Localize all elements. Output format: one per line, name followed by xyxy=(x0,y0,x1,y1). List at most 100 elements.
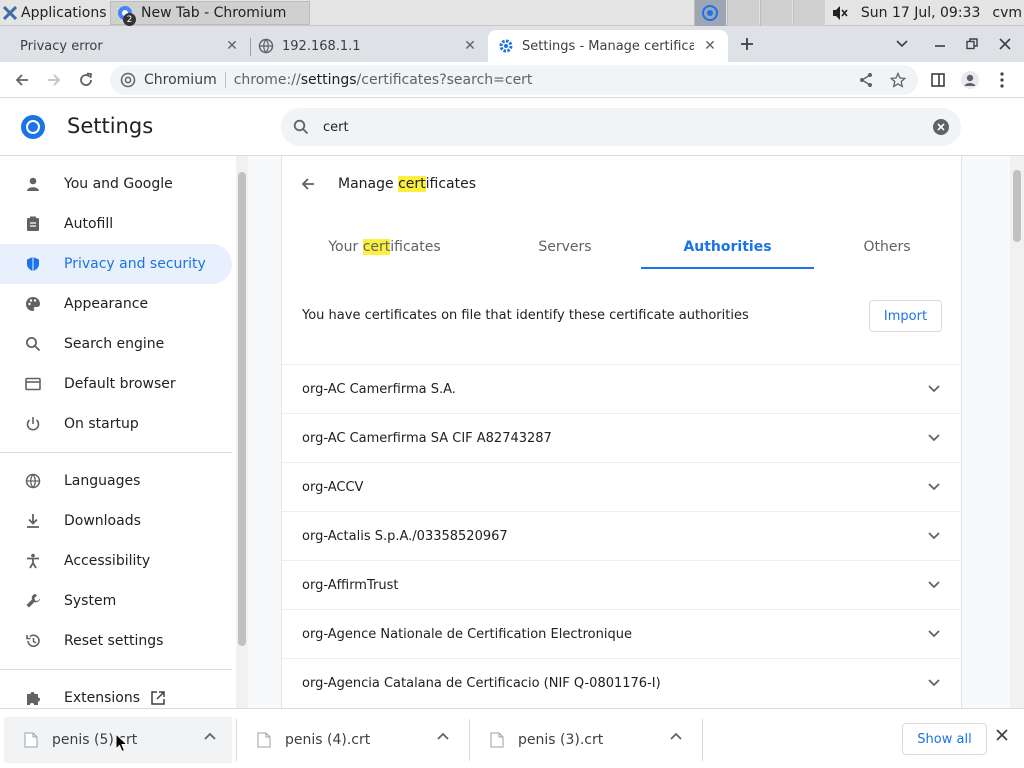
close-icon[interactable]: ✕ xyxy=(702,38,718,54)
forward-button[interactable] xyxy=(40,66,68,94)
minimize-button[interactable] xyxy=(928,32,952,56)
main-scrollbar[interactable] xyxy=(1010,156,1024,708)
reload-button[interactable] xyxy=(72,66,100,94)
share-icon[interactable] xyxy=(858,72,874,88)
download-shelf: penis (5).crt penis (4).crt penis (3).cr… xyxy=(0,708,1024,768)
sidebar-item-languages[interactable]: Languages xyxy=(0,461,232,501)
chevron-down-icon[interactable] xyxy=(928,581,940,589)
sidebar-item-you-and-google[interactable]: You and Google xyxy=(0,164,232,204)
new-tab-button[interactable] xyxy=(735,32,759,56)
certificate-row[interactable]: org-Agencia Catalana de Certificacio (NI… xyxy=(282,658,961,707)
chevron-down-icon[interactable] xyxy=(928,434,940,442)
close-icon[interactable]: ✕ xyxy=(224,38,240,54)
certificate-row[interactable]: org-Actalis S.p.A./03358520967 xyxy=(282,511,961,560)
show-all-button[interactable]: Show all xyxy=(902,723,987,755)
tab-your-certificates[interactable]: Your certificates xyxy=(312,239,457,269)
side-panel-button[interactable] xyxy=(924,66,952,94)
bookmark-star-icon[interactable] xyxy=(890,72,906,88)
tab-settings[interactable]: Settings - Manage certificates ✕ xyxy=(488,30,728,62)
certificate-name: org-AC Camerfirma SA CIF A82743287 xyxy=(302,430,552,446)
sidebar-item-search-engine[interactable]: Search engine xyxy=(0,324,232,364)
certificate-row[interactable]: org-Agence Nationale de Certification El… xyxy=(282,609,961,658)
back-arrow-icon[interactable] xyxy=(300,176,316,192)
workspace-2[interactable] xyxy=(727,0,759,26)
search-icon xyxy=(24,335,42,353)
wrench-icon xyxy=(24,592,42,610)
download-icon xyxy=(24,512,42,530)
scrollbar-thumb[interactable] xyxy=(1013,170,1021,242)
download-item[interactable]: penis (4).crt xyxy=(237,717,465,763)
sidebar-item-on-startup[interactable]: On startup xyxy=(0,404,232,444)
workspace-1[interactable] xyxy=(694,0,726,26)
tab-privacy-error[interactable]: Privacy error ✕ xyxy=(0,30,250,62)
sidebar-item-reset-settings[interactable]: Reset settings xyxy=(0,621,232,661)
close-icon[interactable] xyxy=(996,729,1008,741)
user-name[interactable]: cvm xyxy=(992,5,1022,21)
scrollbar-thumb[interactable] xyxy=(238,172,246,646)
chromium-icon xyxy=(120,72,136,88)
sidebar-item-label: On startup xyxy=(64,416,139,432)
certificate-row[interactable]: org-AC Camerfirma S.A. xyxy=(282,364,961,413)
arrow-right-icon xyxy=(48,74,61,86)
tab-title: Settings - Manage certificates xyxy=(522,38,694,54)
chevron-up-icon[interactable] xyxy=(437,732,449,740)
reload-icon xyxy=(80,72,93,86)
settings-search-input[interactable]: cert xyxy=(281,108,961,146)
sidebar-item-privacy-and-security[interactable]: Privacy and security xyxy=(0,244,232,284)
chevron-down-icon[interactable] xyxy=(928,532,940,540)
workspace-4[interactable] xyxy=(793,0,825,26)
tab-servers[interactable]: Servers xyxy=(500,239,630,269)
volume-muted-icon[interactable] xyxy=(831,5,849,21)
close-window-button[interactable] xyxy=(993,32,1017,56)
chevron-down-icon[interactable] xyxy=(928,630,940,638)
gear-icon xyxy=(499,39,513,53)
tab-others[interactable]: Others xyxy=(822,239,952,269)
clock[interactable]: Sun 17 Jul, 09:33 xyxy=(861,5,981,21)
certificate-row[interactable]: org-ACCV xyxy=(282,462,961,511)
sidebar-item-accessibility[interactable]: Accessibility xyxy=(0,541,232,581)
plus-icon xyxy=(741,38,753,50)
restore-button[interactable] xyxy=(960,32,984,56)
sidebar-item-downloads[interactable]: Downloads xyxy=(0,501,232,541)
clear-search-icon[interactable] xyxy=(933,119,949,135)
puzzle-icon xyxy=(24,689,42,707)
sidebar-item-appearance[interactable]: Appearance xyxy=(0,284,232,324)
workspace-3[interactable] xyxy=(760,0,792,26)
chevron-down-icon[interactable] xyxy=(928,385,940,393)
url-scheme: chrome:// xyxy=(233,72,301,88)
download-filename: penis (4).crt xyxy=(285,732,371,748)
tab-label: Your xyxy=(328,239,363,255)
close-icon[interactable]: ✕ xyxy=(462,38,478,54)
profile-button[interactable] xyxy=(956,66,984,94)
tab-title: Privacy error xyxy=(20,38,103,54)
sidebar-item-label: You and Google xyxy=(64,176,173,192)
sidebar-item-system[interactable]: System xyxy=(0,581,232,621)
chevron-up-icon[interactable] xyxy=(204,732,216,740)
back-button[interactable] xyxy=(8,66,36,94)
avatar-icon xyxy=(961,71,979,89)
chevron-up-icon[interactable] xyxy=(670,732,682,740)
chevron-down-icon[interactable] xyxy=(928,483,940,491)
certificate-row[interactable]: org-AffirmTrust xyxy=(282,560,961,609)
close-icon xyxy=(999,38,1011,50)
import-button[interactable]: Import xyxy=(869,300,942,332)
search-highlight: cert xyxy=(362,239,391,255)
taskbar-window-button[interactable]: 2 New Tab - Chromium xyxy=(110,1,310,26)
tab-authorities[interactable]: Authorities xyxy=(641,239,814,269)
search-value: cert xyxy=(323,119,349,135)
tab-router[interactable]: 192.168.1.1 ✕ xyxy=(250,30,488,62)
menu-button[interactable] xyxy=(988,66,1016,94)
tab-search-button[interactable] xyxy=(890,32,914,56)
title-post: ificates xyxy=(425,176,477,192)
sidebar-scrollbar[interactable] xyxy=(236,156,248,708)
sidebar-item-default-browser[interactable]: Default browser xyxy=(0,364,232,404)
sidebar-item-extensions[interactable]: Extensions xyxy=(0,678,232,708)
certificate-row[interactable]: org-AC Camerfirma SA CIF A82743287 xyxy=(282,413,961,462)
applications-menu[interactable]: Applications xyxy=(0,0,107,26)
chevron-down-icon[interactable] xyxy=(928,679,940,687)
address-bar[interactable]: Chromium chrome://settings/certificates?… xyxy=(110,65,918,95)
download-item[interactable]: penis (3).crt xyxy=(470,717,698,763)
sidebar-item-autofill[interactable]: Autofill xyxy=(0,204,232,244)
certificate-name: org-AC Camerfirma S.A. xyxy=(302,381,456,397)
file-icon xyxy=(257,732,271,748)
